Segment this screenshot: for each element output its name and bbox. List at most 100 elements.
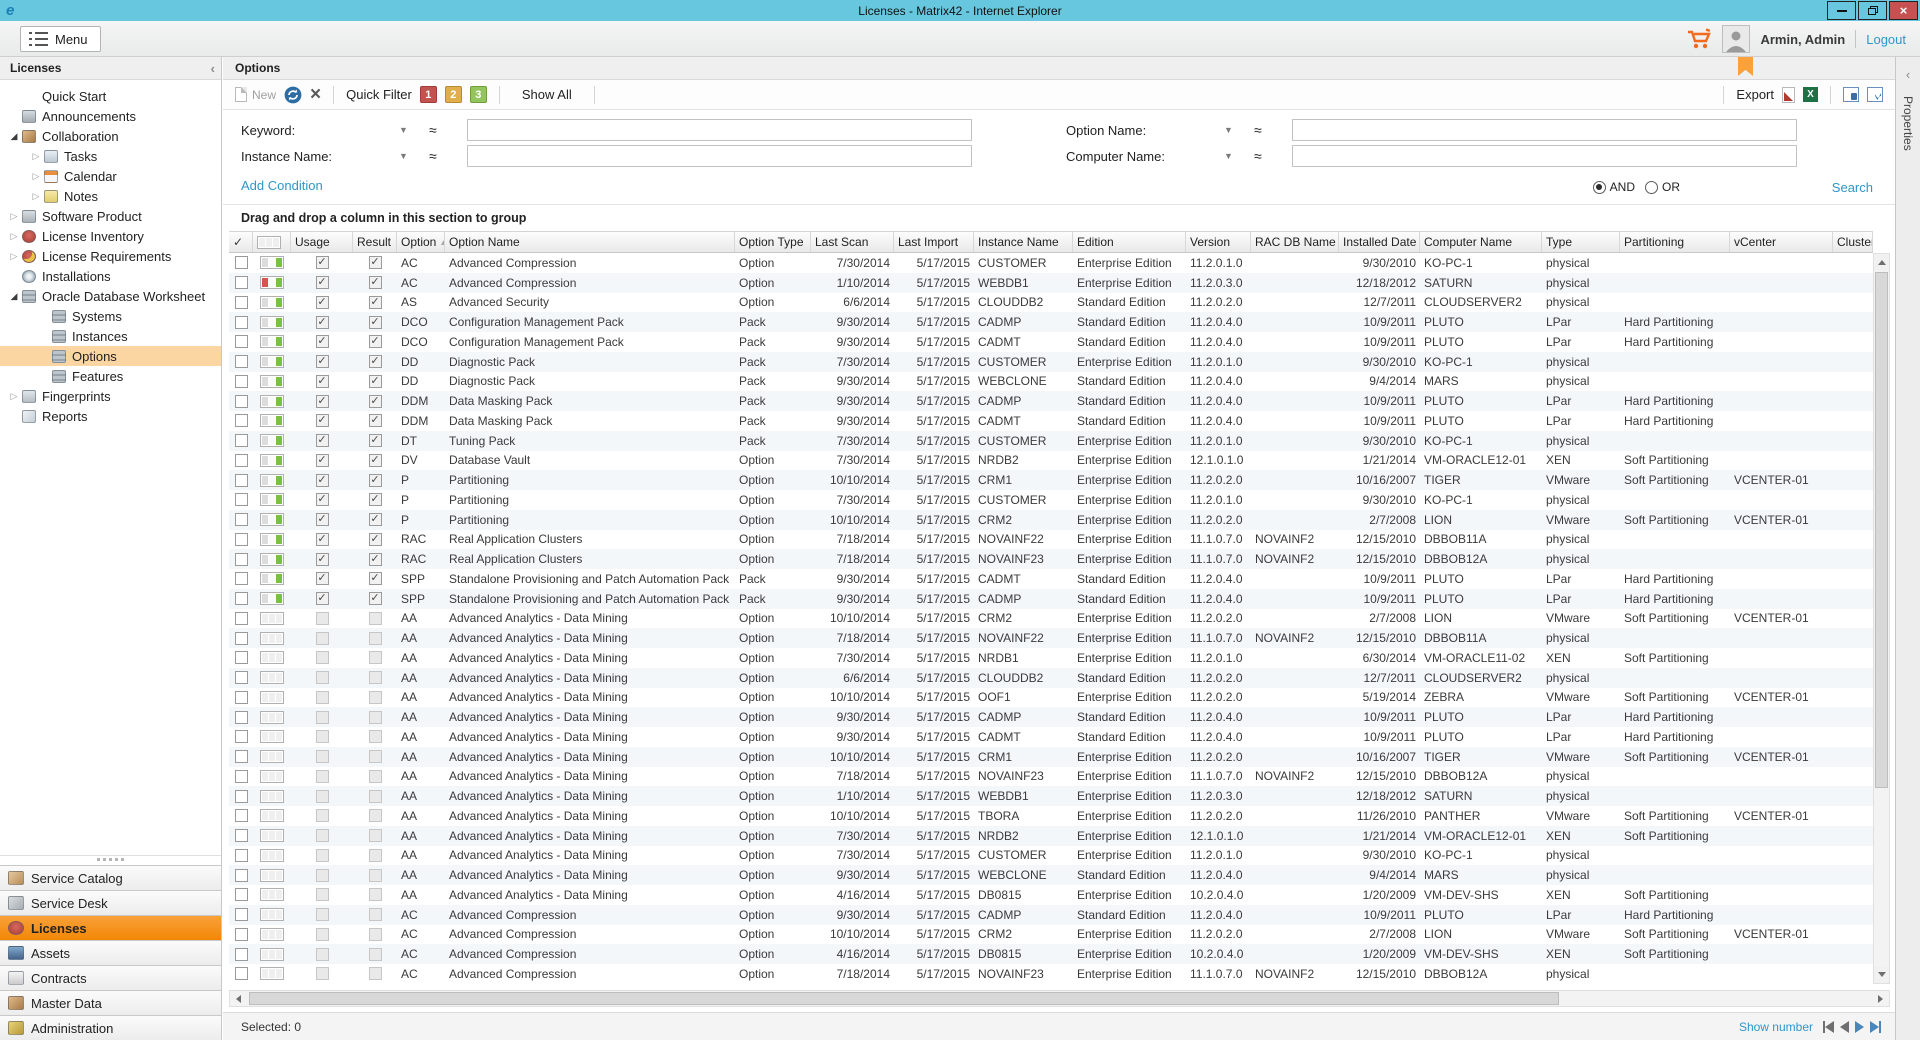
scroll-right-icon[interactable]	[1872, 991, 1889, 1006]
row-checkbox[interactable]	[235, 770, 248, 783]
column-header-otype[interactable]: Option Type	[735, 232, 811, 252]
table-row[interactable]: DDMData Masking PackPack9/30/20145/17/20…	[229, 391, 1873, 411]
approx-operator[interactable]: ≈	[429, 122, 467, 138]
table-row[interactable]: PPartitioningOption10/10/20145/17/2015CR…	[229, 510, 1873, 530]
usage-checkbox[interactable]	[316, 651, 329, 664]
row-checkbox[interactable]	[235, 829, 248, 842]
column-header-idate[interactable]: Installed Date	[1339, 232, 1420, 252]
and-radio[interactable]	[1593, 181, 1606, 194]
usage-checkbox[interactable]	[316, 553, 329, 566]
scroll-left-icon[interactable]	[230, 991, 247, 1006]
refresh-icon[interactable]	[284, 86, 302, 104]
row-checkbox[interactable]	[235, 612, 248, 625]
usage-checkbox[interactable]	[316, 711, 329, 724]
row-checkbox[interactable]	[235, 967, 248, 980]
table-row[interactable]: SPPStandalone Provisioning and Patch Aut…	[229, 569, 1873, 589]
avatar[interactable]	[1722, 25, 1750, 53]
row-checkbox[interactable]	[235, 632, 248, 645]
table-row[interactable]: DCOConfiguration Management PackPack9/30…	[229, 332, 1873, 352]
result-checkbox[interactable]	[369, 316, 382, 329]
usage-checkbox[interactable]	[316, 414, 329, 427]
result-checkbox[interactable]	[369, 632, 382, 645]
row-checkbox[interactable]	[235, 493, 248, 506]
sidebar-item-fingerprints[interactable]: ▷Fingerprints	[0, 386, 221, 406]
sidebar-item-notes[interactable]: ▷Notes	[0, 186, 221, 206]
table-row[interactable]: AAAdvanced Analytics - Data MiningOption…	[229, 865, 1873, 885]
result-checkbox[interactable]	[369, 612, 382, 625]
collapsed-expander-icon[interactable]: ▷	[6, 251, 22, 262]
usage-checkbox[interactable]	[316, 967, 329, 980]
nav-item-service-catalog[interactable]: Service Catalog	[0, 865, 221, 890]
sidebar-item-options[interactable]: Options	[0, 346, 221, 366]
table-row[interactable]: DDDiagnostic PackPack9/30/20145/17/2015W…	[229, 372, 1873, 392]
sidebar-item-reports[interactable]: Reports	[0, 406, 221, 426]
collapsed-expander-icon[interactable]: ▷	[6, 211, 22, 222]
result-checkbox[interactable]	[369, 276, 382, 289]
usage-checkbox[interactable]	[316, 256, 329, 269]
table-row[interactable]: PPartitioningOption7/30/20145/17/2015CUS…	[229, 490, 1873, 510]
column-header-scan[interactable]: Last Scan	[811, 232, 894, 252]
usage-checkbox[interactable]	[316, 493, 329, 506]
row-checkbox[interactable]	[235, 572, 248, 585]
row-checkbox[interactable]	[235, 474, 248, 487]
result-checkbox[interactable]	[369, 730, 382, 743]
sidebar-collapse-icon[interactable]: ‹	[211, 61, 215, 76]
result-checkbox[interactable]	[369, 849, 382, 862]
column-header-select[interactable]: ✓	[229, 232, 253, 252]
grid-select-icon[interactable]	[1867, 87, 1883, 102]
result-checkbox[interactable]	[369, 454, 382, 467]
vertical-scrollbar[interactable]	[1873, 253, 1890, 984]
approx-operator[interactable]: ≈	[1254, 122, 1292, 138]
vertical-scroll-thumb[interactable]	[1875, 272, 1888, 788]
row-checkbox[interactable]	[235, 711, 248, 724]
usage-checkbox[interactable]	[316, 948, 329, 961]
nav-item-licenses[interactable]: Licenses	[0, 915, 221, 940]
collapsed-expander-icon[interactable]: ▷	[28, 171, 44, 182]
horizontal-scroll-thumb[interactable]	[249, 992, 1559, 1005]
usage-checkbox[interactable]	[316, 434, 329, 447]
option-name-input[interactable]	[1292, 119, 1797, 141]
usage-checkbox[interactable]	[316, 276, 329, 289]
result-checkbox[interactable]	[369, 553, 382, 566]
export-excel-icon[interactable]: X	[1803, 87, 1818, 102]
result-checkbox[interactable]	[369, 948, 382, 961]
instance-name-input[interactable]	[467, 145, 972, 167]
column-header-result[interactable]: Result▼	[353, 232, 397, 252]
sidebar-item-features[interactable]: Features	[0, 366, 221, 386]
result-checkbox[interactable]	[369, 869, 382, 882]
row-checkbox[interactable]	[235, 375, 248, 388]
usage-checkbox[interactable]	[316, 829, 329, 842]
table-row[interactable]: ACAdvanced CompressionOption4/16/20145/1…	[229, 944, 1873, 964]
row-checkbox[interactable]	[235, 592, 248, 605]
sidebar-item-announcements[interactable]: Announcements	[0, 106, 221, 126]
result-checkbox[interactable]	[369, 572, 382, 585]
chevron-down-icon[interactable]: ▼	[399, 151, 429, 161]
sidebar-splitter[interactable]	[0, 855, 221, 862]
clear-filter-icon[interactable]: ×	[310, 86, 321, 104]
quick-filter-3-button[interactable]: 3	[470, 86, 487, 103]
table-row[interactable]: SPPStandalone Provisioning and Patch Aut…	[229, 589, 1873, 609]
row-checkbox[interactable]	[235, 454, 248, 467]
table-row[interactable]: AAAdvanced Analytics - Data MiningOption…	[229, 806, 1873, 826]
keyword-input[interactable]	[467, 119, 972, 141]
export-pdf-icon[interactable]	[1782, 87, 1795, 103]
result-checkbox[interactable]	[369, 296, 382, 309]
result-checkbox[interactable]	[369, 592, 382, 605]
collapsed-expander-icon[interactable]: ▷	[28, 151, 44, 162]
column-header-usage[interactable]: Usage	[291, 232, 353, 252]
result-checkbox[interactable]	[369, 967, 382, 980]
result-checkbox[interactable]	[369, 888, 382, 901]
usage-checkbox[interactable]	[316, 691, 329, 704]
result-checkbox[interactable]	[369, 493, 382, 506]
usage-checkbox[interactable]	[316, 592, 329, 605]
usage-checkbox[interactable]	[316, 888, 329, 901]
column-header-cl[interactable]: Cluster	[1833, 232, 1873, 252]
sidebar-item-license-inventory[interactable]: ▷License Inventory	[0, 226, 221, 246]
bookmark-icon[interactable]	[1738, 57, 1753, 76]
result-checkbox[interactable]	[369, 375, 382, 388]
approx-operator[interactable]: ≈	[1254, 148, 1292, 164]
quick-filter-1-button[interactable]: 1	[420, 86, 437, 103]
or-radio[interactable]	[1645, 181, 1658, 194]
table-row[interactable]: AAAdvanced Analytics - Data MiningOption…	[229, 727, 1873, 747]
column-header-vc[interactable]: vCenter	[1730, 232, 1833, 252]
